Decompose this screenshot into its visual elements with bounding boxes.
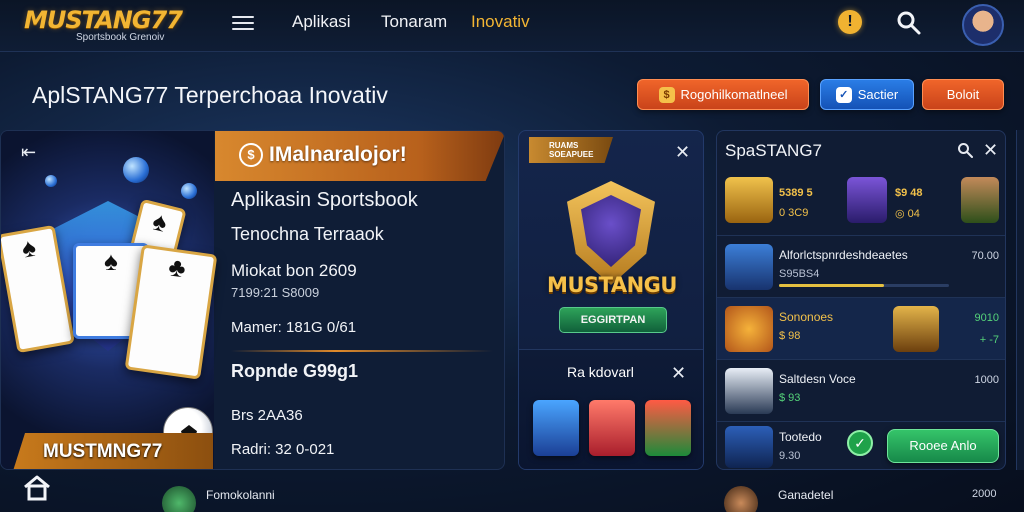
featured-subpanel: Ra kdovarl ✕: [519, 349, 703, 469]
nav-link-tonaram[interactable]: Tonaram: [381, 12, 447, 32]
nav-link-inovativ[interactable]: Inovativ: [471, 12, 530, 32]
hero-line-8: Radri: 32 0-021: [231, 441, 335, 458]
hero-line-5: Mamer: 181G 0/61: [231, 319, 357, 336]
mini-game-tile[interactable]: [589, 400, 635, 456]
hero-line-1: Aplikasin Sportsbook: [231, 189, 418, 211]
playing-card-image: ♣: [124, 244, 218, 380]
row-action-button[interactable]: Rooee Anlo: [887, 429, 999, 463]
hero-info: $ IMalnaralojor! Aplikasin Sportsbook Te…: [215, 131, 504, 469]
hero-line-6: Ropnde G99g1: [231, 361, 359, 381]
alert-icon[interactable]: !: [838, 10, 862, 34]
logo-text: MUSTANG77: [24, 6, 183, 34]
divider: [231, 350, 493, 352]
game-list-row[interactable]: Sononoes $ 98 9010 + -7: [717, 297, 1005, 359]
game-list-row[interactable]: Saltdesn Voce $ 93 1000: [717, 359, 1005, 421]
row-score: 9010: [974, 312, 999, 324]
game-thumbnail[interactable]: [725, 177, 773, 223]
hamburger-menu-icon[interactable]: [232, 12, 254, 32]
tile-stat: ◎ 04: [895, 208, 920, 220]
hero-line-2: Tenochna Terraaok: [231, 224, 384, 244]
game-list-row[interactable]: Tootedo 9.30 ✓ Rooee Anlo: [717, 421, 1005, 469]
hero-line-3: Miokat bon 2609: [231, 261, 357, 280]
row-title: Sononoes: [779, 310, 834, 324]
row-title: Tootedo: [779, 430, 822, 444]
row-score: 70.00: [971, 250, 999, 262]
mini-game-tile[interactable]: [645, 400, 691, 456]
orb-decor: [123, 157, 149, 183]
home-icon[interactable]: [22, 474, 52, 502]
row-progress-bar: [779, 284, 949, 287]
game-thumbnail: [725, 244, 773, 290]
orange-action-label: Rogohilkomatlneel: [680, 87, 788, 102]
row-subtitle: $ 93: [779, 392, 801, 404]
blue-action-label: Sactier: [857, 87, 899, 102]
hero-brand-badge: MUSTMNG77: [13, 433, 213, 469]
tile-stat: $9 48: [895, 187, 923, 199]
game-thumbnail[interactable]: [847, 177, 887, 223]
row-subtitle: S95BS4: [779, 268, 820, 280]
info-banner-text: IMalnaralojor!: [269, 143, 407, 166]
close-icon[interactable]: ✕: [675, 143, 690, 161]
checkbox-icon: ✓: [835, 86, 852, 103]
featured-play-button[interactable]: EGGIRTPAN: [559, 307, 667, 333]
row-title: Saltdesn Voce: [779, 372, 856, 386]
page-title: AplSTANG77 Terperchoaa Inovativ: [32, 82, 388, 108]
game-thumbnail[interactable]: [961, 177, 999, 223]
featured-game-title: MUSTANGU: [547, 273, 677, 297]
game-thumbnail: [725, 426, 773, 468]
info-banner: $ IMalnaralojor!: [215, 131, 504, 181]
orange-action-button[interactable]: $ Rogohilkomatlneel: [637, 79, 809, 110]
bottom-row-score: 2000: [972, 488, 997, 500]
bottom-label: Fomokolanni: [206, 488, 275, 502]
orange-secondary-label: Boloit: [946, 87, 980, 102]
row-title: Alforlctspnrdeshdeaetes: [779, 248, 908, 262]
nav-link-aplikasi[interactable]: Aplikasi: [292, 12, 351, 32]
hero-line-7: Brs 2AA36: [231, 407, 303, 424]
featured-game-panel: RUAMS SOEAPUEE ✕ MUSTANGU EGGIRTPAN Ra k…: [518, 130, 704, 470]
game-emblem-thumbnail: [893, 306, 939, 352]
dollar-icon: $: [239, 143, 263, 167]
search-icon[interactable]: [896, 10, 922, 36]
blue-action-button[interactable]: ✓ Sactier: [820, 79, 914, 110]
row-score: 1000: [974, 374, 999, 386]
featured-tiles-row: 5389 5 0 3C9 $9 48 ◎ 04: [717, 169, 1005, 233]
search-icon[interactable]: [957, 142, 973, 158]
top-navbar: MUSTANG77 Sportsbook Grenoiv Aplikasi To…: [0, 0, 1024, 52]
user-avatar[interactable]: [962, 4, 1004, 46]
game-thumbnail: [725, 306, 773, 352]
orange-secondary-button[interactable]: Boloit: [922, 79, 1004, 110]
coin-icon: $: [658, 86, 675, 103]
hero-panel: ⇤ ♠ ♠ ♠ ♣ MUSTMNG77 $ IMalnaralojor! Apl…: [0, 130, 505, 470]
bottom-row-title: Ganadetel: [778, 488, 834, 502]
check-icon: ✓: [847, 430, 873, 456]
hero-line-4: 7199:21 S8009: [231, 285, 320, 300]
brand-logo[interactable]: MUSTANG77 Sportsbook Grenoiv: [24, 6, 194, 48]
list-title: SpaSTANG7: [725, 141, 823, 160]
orb-decor: [181, 183, 197, 199]
game-thumbnail: [725, 368, 773, 414]
mini-game-tile[interactable]: [533, 400, 579, 456]
game-list-row[interactable]: Alforlctspnrdeshdeaetes S95BS4 70.00: [717, 235, 1005, 297]
row-subtitle: $ 98: [779, 330, 801, 342]
collapse-icon[interactable]: ⇤: [21, 143, 36, 161]
close-icon[interactable]: ✕: [983, 141, 998, 159]
bottom-avatar: [724, 486, 758, 512]
orb-decor: [45, 175, 57, 187]
game-list-panel: SpaSTANG7 ✕ 5389 5 0 3C9 $9 48 ◎ 04 Alfo…: [716, 130, 1006, 470]
subpanel-title: Ra kdovarl: [567, 364, 634, 380]
hero-artwork: ⇤ ♠ ♠ ♠ ♣ MUSTMNG77: [1, 131, 218, 469]
row-subtitle: 9.30: [779, 450, 801, 462]
tile-stat: 5389 5: [779, 187, 813, 199]
bottom-avatar: [162, 486, 196, 512]
close-icon[interactable]: ✕: [671, 364, 686, 382]
row-progress-fill: [779, 284, 885, 287]
row-score-change: + -7: [979, 334, 999, 346]
tile-stat: 0 3C9: [779, 207, 809, 219]
panel-edge: [1016, 130, 1024, 470]
featured-badge: RUAMS SOEAPUEE: [529, 137, 613, 163]
